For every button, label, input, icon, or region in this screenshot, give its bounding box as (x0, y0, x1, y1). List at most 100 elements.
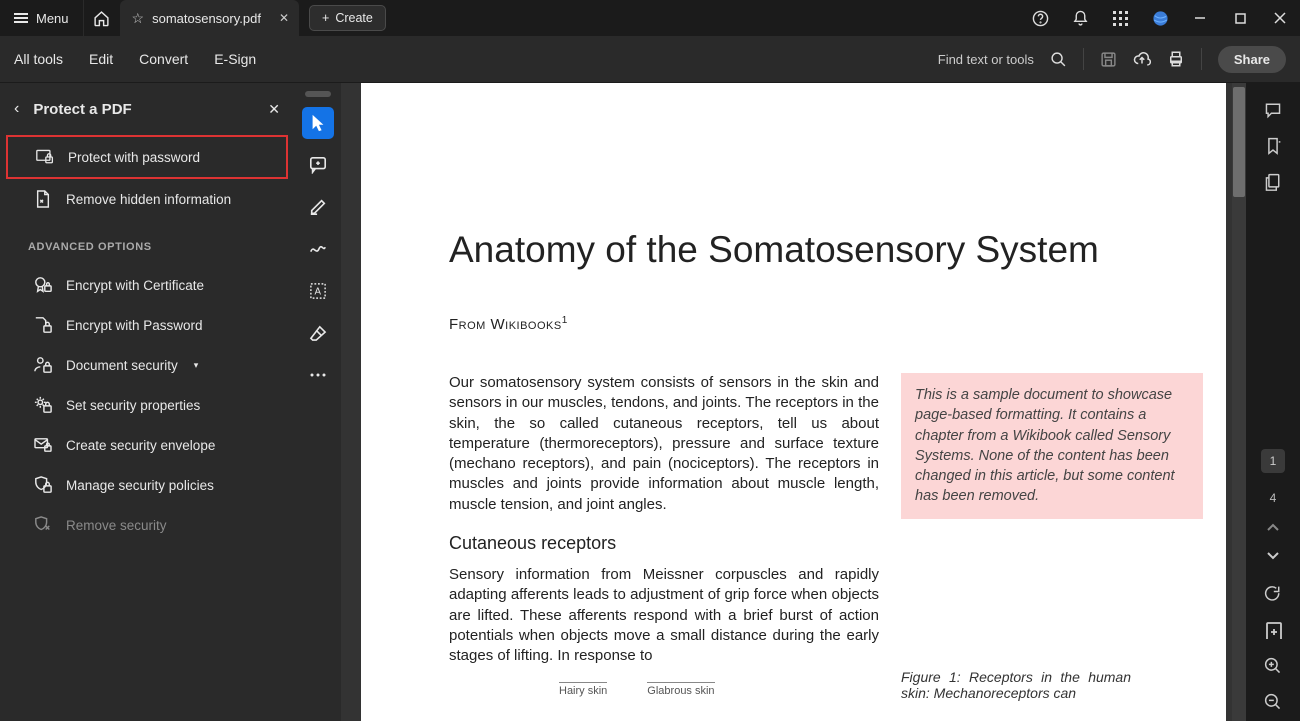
page-fit-icon[interactable] (1264, 621, 1282, 639)
remove-security: Remove security (0, 505, 294, 545)
svg-text:A: A (314, 287, 321, 298)
all-tools-tab[interactable]: All tools (14, 51, 63, 67)
help-button[interactable] (1020, 0, 1060, 36)
share-button[interactable]: Share (1218, 46, 1286, 73)
quick-tools: A (294, 83, 341, 721)
paragraph: Our somatosensory system consists of sen… (449, 373, 879, 515)
document-viewport[interactable]: Anatomy of the Somatosensory System From… (341, 83, 1246, 721)
paragraph: Sensory information from Meissner corpus… (449, 565, 879, 666)
window-minimize[interactable] (1180, 0, 1220, 36)
remove-hidden-info[interactable]: Remove hidden information (0, 179, 294, 219)
item-label: Create security envelope (66, 438, 215, 453)
unlock-x-icon (34, 516, 52, 534)
create-label: Create (335, 11, 373, 25)
search-hint[interactable]: Find text or tools (938, 52, 1034, 67)
menu-label: Menu (36, 11, 69, 26)
cloud-upload-icon[interactable] (1133, 50, 1151, 68)
highlighter-icon (309, 198, 327, 216)
manage-security-policies[interactable]: Manage security policies (0, 465, 294, 505)
scrollbar-thumb[interactable] (1233, 87, 1245, 197)
text-select-tool[interactable]: A (302, 275, 334, 307)
hamburger-icon (14, 13, 28, 23)
envelope-lock-icon (34, 436, 52, 454)
convert-tab[interactable]: Convert (139, 51, 188, 67)
drag-handle[interactable] (305, 91, 331, 97)
home-icon (93, 10, 110, 27)
document-x-icon (34, 190, 52, 208)
protect-with-password[interactable]: Protect with password (6, 135, 288, 179)
freeform-icon (309, 242, 327, 256)
item-label: Encrypt with Password (66, 318, 203, 333)
document-lock-icon (34, 316, 52, 334)
star-icon[interactable]: ☆ (132, 10, 145, 27)
scrollbar-track[interactable] (1232, 83, 1246, 721)
person-lock-icon (34, 356, 52, 374)
encrypt-certificate[interactable]: Encrypt with Certificate (0, 265, 294, 305)
bell-icon (1072, 10, 1089, 27)
item-label: Manage security policies (66, 478, 214, 493)
help-icon (1032, 10, 1049, 27)
account-button[interactable] (1140, 0, 1180, 36)
esign-tab[interactable]: E-Sign (214, 51, 256, 67)
pdf-page: Anatomy of the Somatosensory System From… (361, 83, 1226, 721)
comment-icon (309, 156, 327, 174)
tab-title: somatosensory.pdf (152, 11, 261, 26)
document-tab[interactable]: ☆ somatosensory.pdf ✕ (120, 0, 300, 36)
shield-lock-icon (34, 476, 52, 494)
minimize-icon (1194, 12, 1206, 24)
comment-tool[interactable] (302, 149, 334, 181)
more-icon (310, 373, 326, 377)
set-security-properties[interactable]: Set security properties (0, 385, 294, 425)
save-icon[interactable] (1100, 51, 1117, 68)
separator (1201, 48, 1202, 70)
tab-close-icon[interactable]: ✕ (279, 11, 289, 25)
right-rail: 1 4 (1246, 83, 1300, 721)
draw-tool[interactable] (302, 233, 334, 265)
create-button[interactable]: + Create (309, 5, 386, 31)
panel-title: Protect a PDF (33, 101, 268, 118)
more-tools[interactable] (302, 359, 334, 391)
text-box-icon: A (310, 283, 326, 299)
maximize-icon (1235, 13, 1246, 24)
pages-icon[interactable] (1264, 173, 1282, 191)
apps-button[interactable] (1100, 0, 1140, 36)
chevron-down-icon: ▾ (194, 360, 199, 371)
item-label: Document security (66, 358, 178, 373)
create-security-envelope[interactable]: Create security envelope (0, 425, 294, 465)
search-icon[interactable] (1050, 51, 1067, 68)
eraser-icon (309, 325, 327, 341)
highlight-tool[interactable] (302, 191, 334, 223)
item-label: Encrypt with Certificate (66, 278, 204, 293)
protect-panel: ‹ Protect a PDF ✕ Protect with password … (0, 83, 294, 721)
edit-tab[interactable]: Edit (89, 51, 113, 67)
zoom-out-icon[interactable] (1264, 693, 1282, 711)
bookmark-icon[interactable] (1264, 137, 1282, 155)
chevron-up-icon[interactable] (1266, 523, 1280, 533)
eraser-tool[interactable] (302, 317, 334, 349)
window-close[interactable] (1260, 0, 1300, 36)
separator (1083, 48, 1084, 70)
home-button[interactable] (84, 0, 120, 36)
notifications-button[interactable] (1060, 0, 1100, 36)
encrypt-password[interactable]: Encrypt with Password (0, 305, 294, 345)
window-maximize[interactable] (1220, 0, 1260, 36)
lock-screen-icon (36, 148, 54, 166)
rotate-icon[interactable] (1264, 585, 1282, 603)
print-icon[interactable] (1167, 50, 1185, 68)
advanced-section-label: ADVANCED OPTIONS (0, 219, 294, 265)
from-line: From Wikibooks1 (449, 315, 1226, 333)
chevron-down-icon[interactable] (1266, 551, 1280, 561)
back-button[interactable]: ‹ (14, 100, 19, 118)
item-label: Remove hidden information (66, 192, 231, 207)
current-page-indicator[interactable]: 1 (1261, 449, 1285, 473)
zoom-in-icon[interactable] (1264, 657, 1282, 675)
panel-close-icon[interactable]: ✕ (268, 101, 280, 118)
figure-labels: Hairy skinGlabrous skin (559, 682, 879, 699)
item-label: Remove security (66, 518, 167, 533)
grid-icon (1113, 11, 1128, 26)
page-title: Anatomy of the Somatosensory System (449, 229, 1149, 271)
select-tool[interactable] (302, 107, 334, 139)
menu-button[interactable]: Menu (0, 0, 84, 36)
chat-icon[interactable] (1264, 101, 1282, 119)
document-security[interactable]: Document security ▾ (0, 345, 294, 385)
